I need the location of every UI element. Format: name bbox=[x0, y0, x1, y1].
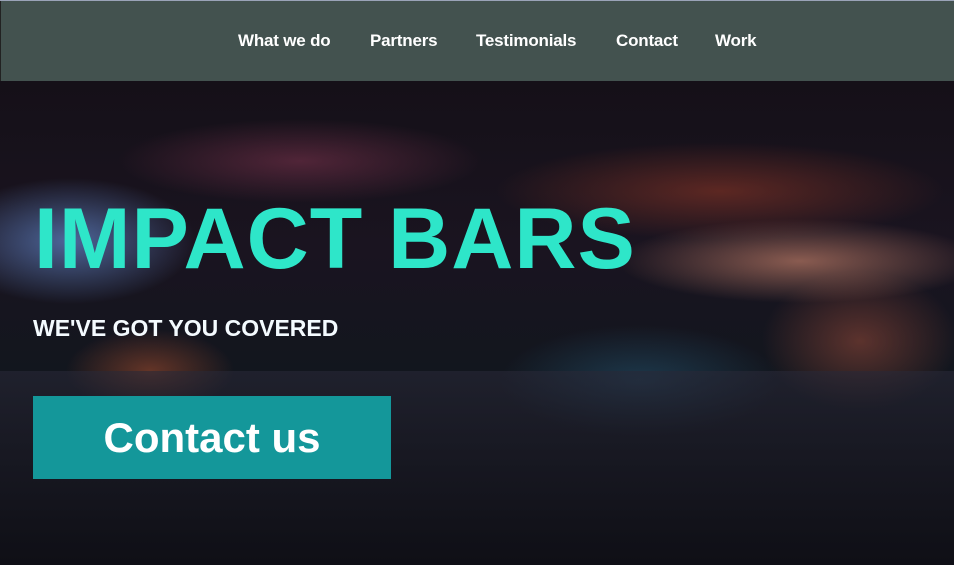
nav-item-partners[interactable]: Partners bbox=[370, 31, 438, 51]
main-nav: What we do Partners Testimonials Contact… bbox=[0, 1, 954, 81]
hero-title: IMPACT BARS bbox=[34, 191, 636, 287]
nav-item-testimonials[interactable]: Testimonials bbox=[476, 31, 576, 51]
hero-subtitle: WE'VE GOT YOU COVERED bbox=[33, 315, 339, 341]
nav-item-what-we-do[interactable]: What we do bbox=[238, 31, 331, 51]
nav-item-work[interactable]: Work bbox=[715, 31, 757, 51]
nav-item-contact[interactable]: Contact bbox=[616, 31, 678, 51]
contact-us-button[interactable]: Contact us bbox=[33, 396, 391, 479]
